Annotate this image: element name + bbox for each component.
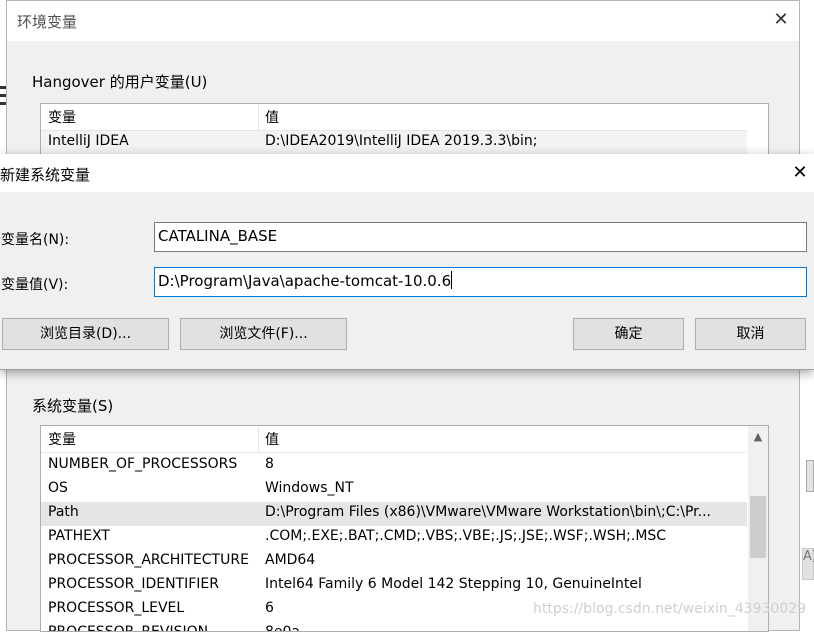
variable-value-label: 变量值(V): [1,277,69,293]
variable-value-text: D:\Program\Java\apache-tomcat-10.0.6 [158,272,452,290]
scrollbar-thumb[interactable] [750,496,766,558]
variable-value: 8 [265,456,274,472]
dialog-title: 新建系统变量 [0,166,91,184]
variable-name-input[interactable]: CATALINA_BASE [154,222,807,252]
text-caret [451,271,453,289]
variable-value: .COM;.EXE;.BAT;.CMD;.VBS;.VBE;.JS;.JSE;.… [265,528,667,544]
variable-name: NUMBER_OF_PROCESSORS [48,456,238,472]
system-variable-row[interactable]: PROCESSOR_IDENTIFIER Intel64 Family 6 Mod… [41,574,747,598]
ok-button[interactable]: 确定 [573,318,684,350]
browse-directory-button[interactable]: 浏览目录(D)... [2,318,169,350]
system-variable-row[interactable]: Path D:\Program Files (x86)\VMware\VMware… [41,502,747,526]
dialog-titlebar: 新建系统变量 ✕ [0,154,814,192]
system-variable-row[interactable]: PROCESSOR_ARCHITECTURE AMD64 [41,550,747,574]
partial-button[interactable] [806,460,814,492]
cancel-button[interactable]: 取消 [695,318,806,350]
variable-name-label: 变量名(N): [1,232,70,248]
variable-name: OS [48,480,68,496]
close-icon[interactable]: ✕ [788,162,812,184]
background-window-edge-icon [0,86,6,116]
system-variable-row[interactable]: PATHEXT .COM;.EXE;.BAT;.CMD;.VBS;.VBE;.JS… [41,526,747,550]
system-list-header: 变量 值 [41,426,747,453]
env-window-title: 环境变量 [17,13,78,31]
variable-name: PATHEXT [48,528,110,544]
partial-button[interactable]: A) [802,548,814,580]
user-list-header: 变量 值 [41,104,747,131]
user-variables-group-label: Hangover 的用户变量(U) [32,73,208,91]
variable-name: IntelliJ IDEA [48,133,129,149]
system-variables-group-label: 系统变量(S) [32,397,114,415]
variable-name: Path [48,504,79,520]
watermark: https://blog.csdn.net/weixin_43930029 [533,601,807,617]
variable-value: Windows_NT [265,480,354,496]
system-variable-row[interactable]: NUMBER_OF_PROCESSORS 8 [41,454,747,478]
variable-value: D:\IDEA2019\IntelliJ IDEA 2019.3.3\bin; [265,133,538,149]
column-header-variable[interactable]: 变量 [48,107,76,127]
system-variable-row[interactable]: OS Windows_NT [41,478,747,502]
variable-value: AMD64 [265,552,316,568]
variable-name: PROCESSOR_ARCHITECTURE [48,552,249,568]
env-close-icon[interactable]: ✕ [770,9,792,31]
variable-value-input[interactable]: D:\Program\Java\apache-tomcat-10.0.6 [154,267,807,297]
user-variable-row[interactable]: IntelliJ IDEA D:\IDEA2019\IntelliJ IDEA … [41,131,747,155]
column-header-value[interactable]: 值 [265,107,279,127]
scroll-up-arrow-icon[interactable]: ▲ [748,426,768,450]
new-system-variable-dialog: 新建系统变量 ✕ 变量名(N): CATALINA_BASE 变量值(V): D… [0,154,814,370]
column-header-variable[interactable]: 变量 [48,429,76,449]
browse-file-button[interactable]: 浏览文件(F)... [180,318,347,350]
variable-name: PROCESSOR_IDENTIFIER [48,576,219,592]
env-titlebar: 环境变量 ✕ [7,1,799,41]
variable-value: Intel64 Family 6 Model 142 Stepping 10, … [265,576,642,592]
column-header-value[interactable]: 值 [265,429,279,449]
variable-value: D:\Program Files (x86)\VMware\VMware Wor… [265,504,711,520]
variable-name: PROCESSOR_LEVEL [48,600,185,616]
